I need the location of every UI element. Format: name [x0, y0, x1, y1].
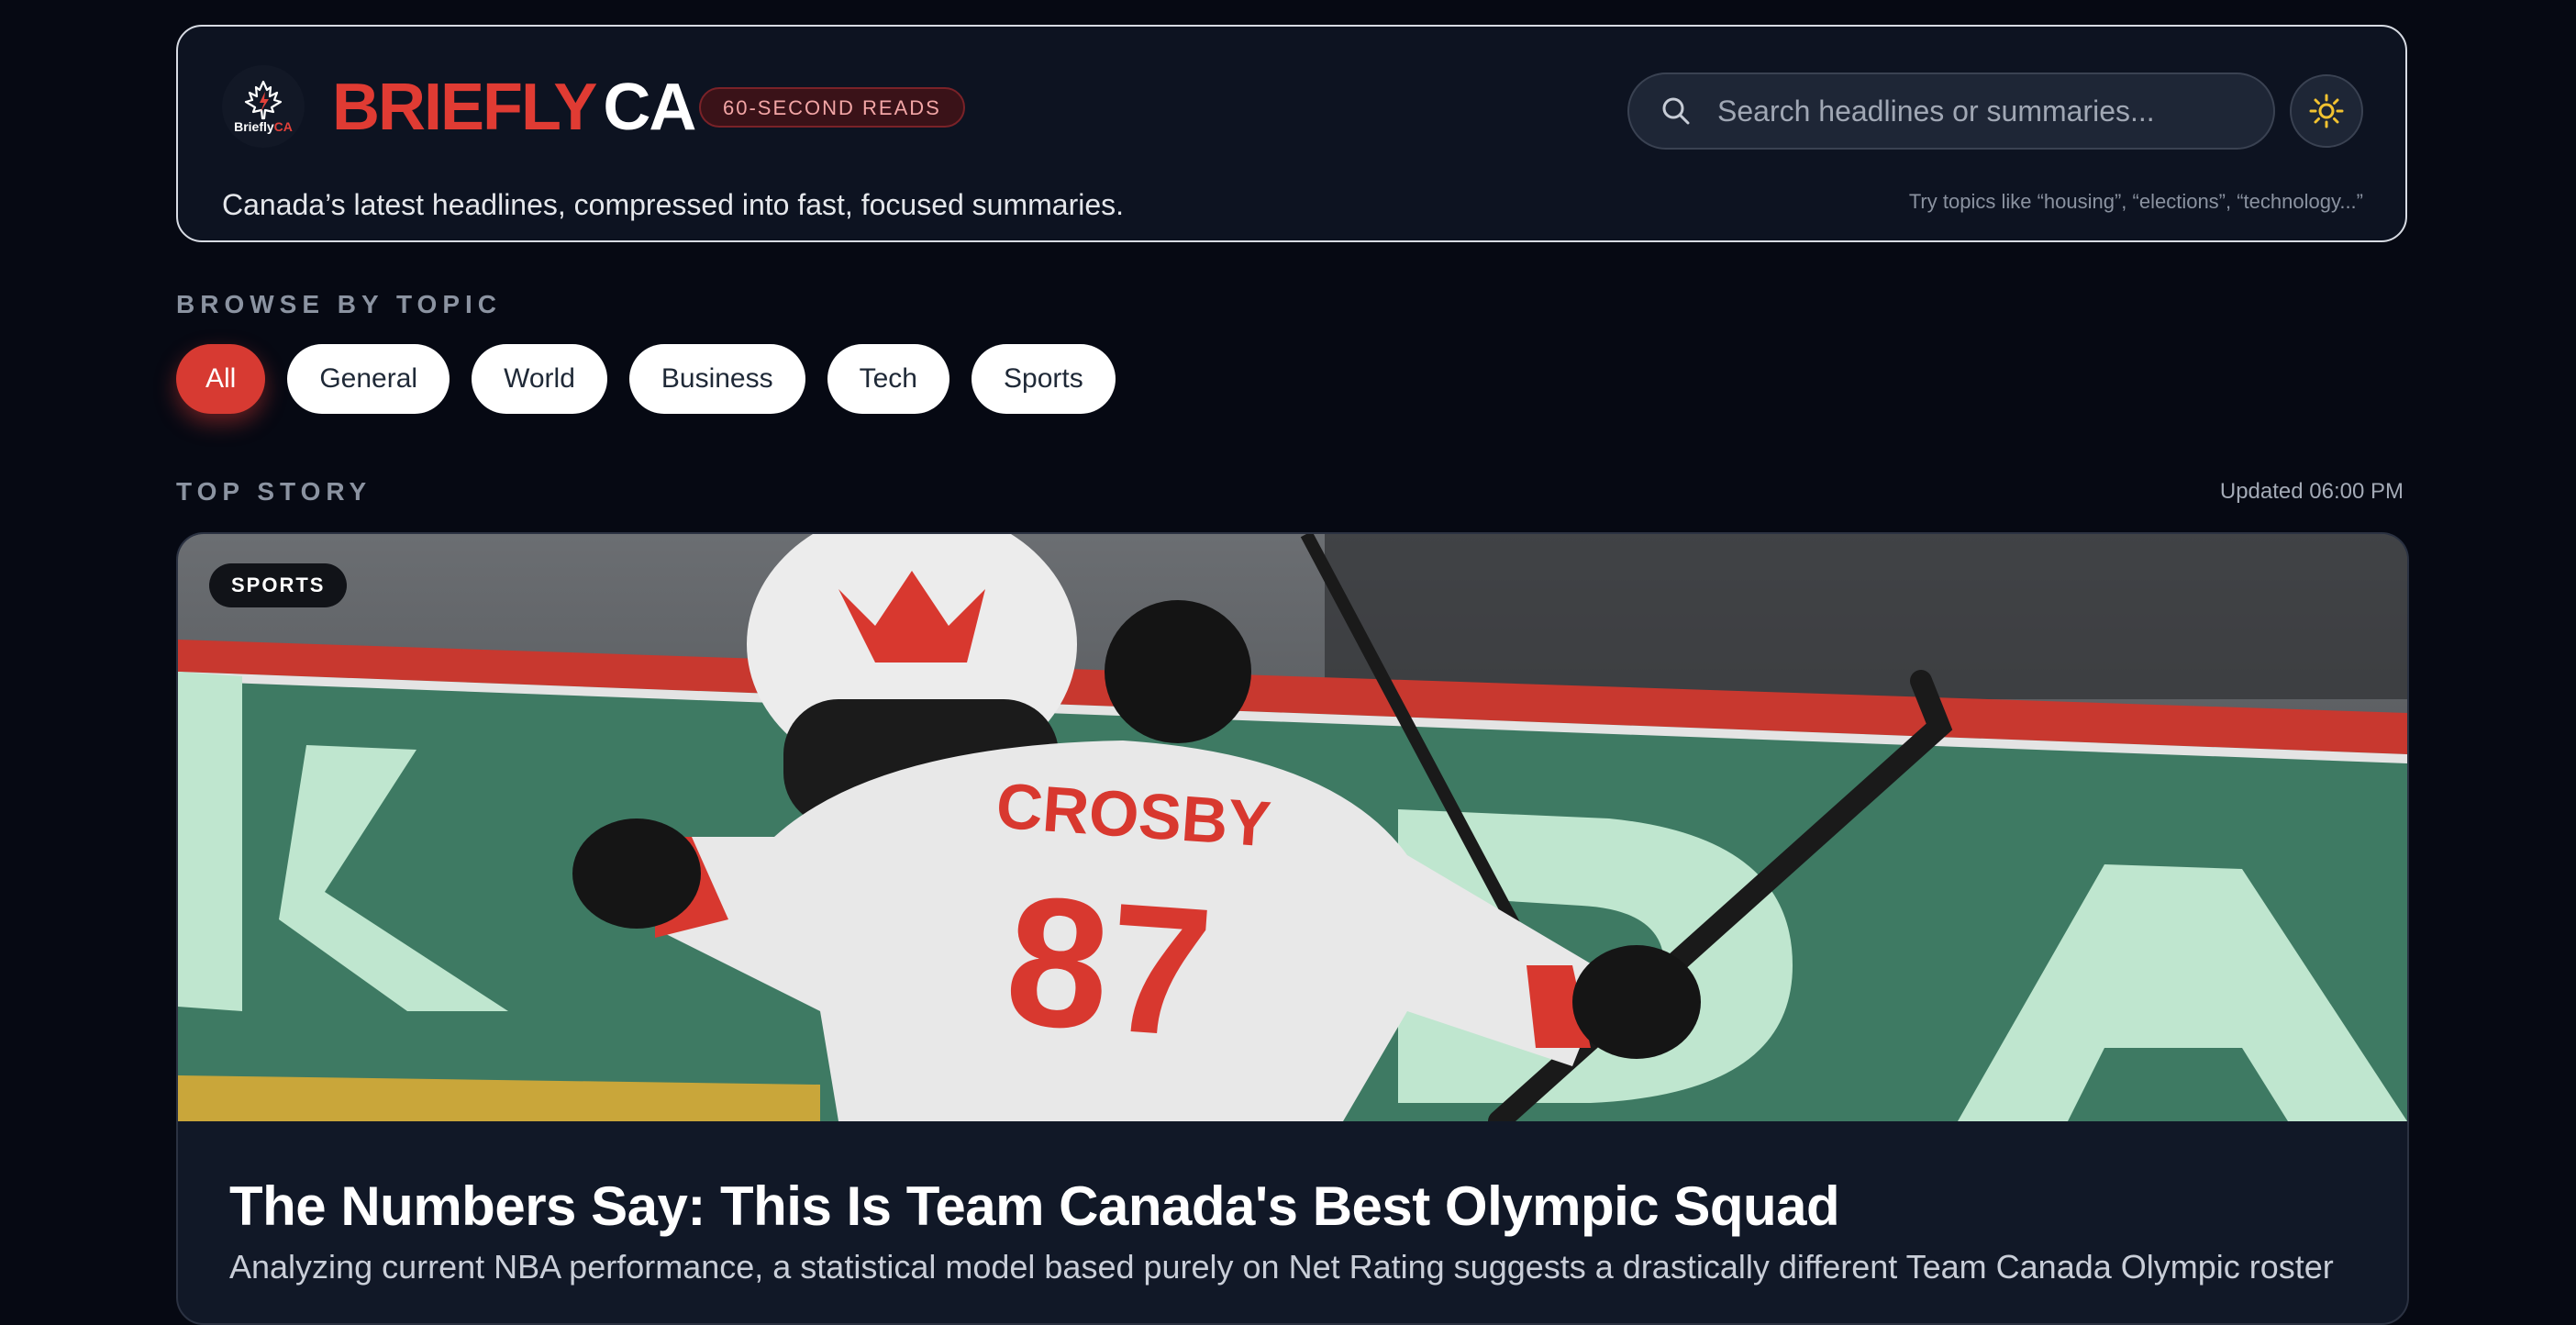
topic-chip-tech[interactable]: Tech [827, 344, 949, 414]
logo-text-accent: CA [273, 119, 293, 134]
logo-text-main: Briefly [234, 119, 274, 134]
sun-icon [2309, 94, 2344, 128]
brand-title-white: CA [603, 71, 696, 144]
search-hint: Try topics like “housing”, “elections”, … [1908, 190, 2363, 213]
story-category-tag: SPORTS [209, 563, 348, 607]
topic-chip-general[interactable]: General [287, 344, 450, 414]
topic-chip-sports[interactable]: Sports [972, 344, 1116, 414]
tagline: Canada’s latest headlines, compressed in… [222, 188, 1125, 221]
maple-leaf-icon [244, 80, 283, 120]
jersey-number: 87 [1000, 858, 1217, 1076]
top-story-card[interactable]: CROSBY 87 SPORTS The Numbers Say: This I… [176, 532, 2409, 1325]
site-header: BrieflyCA BRIEFLY CA 60-SECOND READS Cana… [176, 25, 2407, 242]
story-title[interactable]: The Numbers Say: This Is Team Canada's B… [229, 1175, 1840, 1238]
brand-title-red: BRIEFLY [332, 71, 597, 144]
site-logo[interactable]: BrieflyCA [222, 65, 305, 148]
story-summary: Analyzing current NBA performance, a sta… [229, 1248, 2334, 1286]
topics-heading: BROWSE BY TOPIC [176, 290, 503, 318]
story-image: CROSBY 87 [178, 534, 2407, 1121]
theme-toggle-button[interactable] [2290, 74, 2363, 148]
topic-chip-business[interactable]: Business [628, 344, 805, 414]
topic-chip-world[interactable]: World [472, 344, 607, 414]
top-story-heading: TOP STORY [176, 477, 372, 506]
search-input[interactable] [1715, 93, 2233, 129]
brand-title: BRIEFLY CA [332, 71, 696, 144]
logo-wordmark: BrieflyCA [234, 119, 293, 134]
updated-time: Updated 06:00 PM [2219, 479, 2404, 504]
topic-chip-all[interactable]: All [176, 344, 266, 414]
reads-badge: 60-SECOND READS [699, 87, 965, 128]
topic-chips: All General World Business Tech Sports [176, 344, 1116, 414]
search-bar[interactable] [1627, 72, 2275, 150]
search-icon [1662, 97, 1690, 125]
